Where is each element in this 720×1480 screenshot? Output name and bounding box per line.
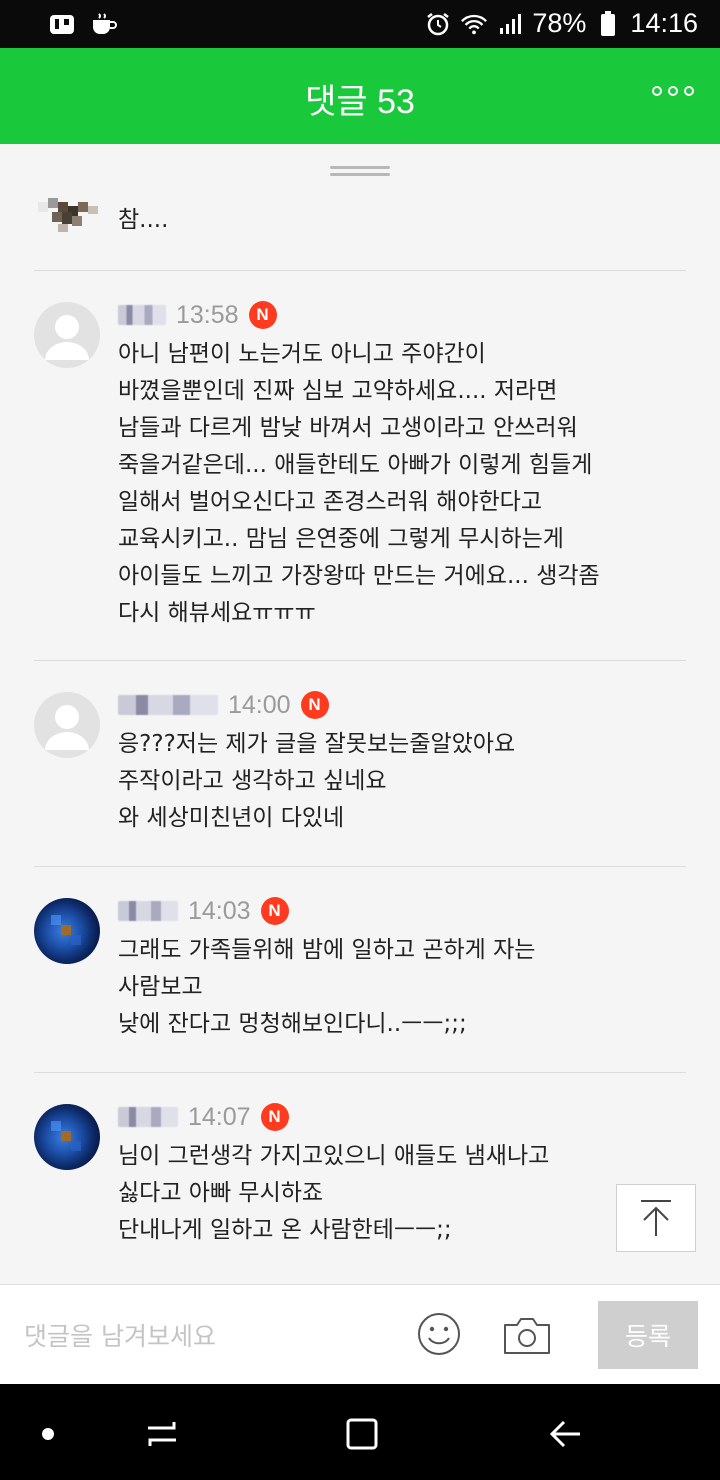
header-bar: 댓글 53 (0, 48, 720, 144)
comment-meta: 13:58 N (118, 300, 277, 330)
comment-time: 13:58 (176, 300, 239, 329)
nickname-blurred[interactable] (118, 695, 218, 715)
smiley-icon[interactable] (416, 1311, 462, 1357)
comment-meta: 14:07 N (118, 1102, 289, 1132)
more-icon[interactable] (652, 86, 694, 96)
nickname-blurred[interactable] (118, 1107, 178, 1127)
comment-text: 아니 남편이 노는거도 아니고 주야간이 바꼈을뿐인데 진짜 심보 고약하세요.… (118, 341, 600, 626)
alarm-icon (424, 10, 452, 38)
scroll-top-button[interactable] (616, 1184, 696, 1252)
pixelated-avatar-icon (38, 198, 100, 234)
app-notification-icon (48, 10, 76, 38)
comment-meta: 14:03 N (118, 896, 289, 926)
status-bar: 78% 14:16 (0, 0, 720, 48)
avatar[interactable] (34, 692, 100, 758)
comment-text: 님이 그런생각 가지고있으니 애들도 냄새나고 싫다고 아빠 무시하죠 단내나게… (118, 1143, 550, 1243)
system-nav-bar (0, 1384, 720, 1480)
new-badge: N (260, 897, 289, 925)
divider (34, 660, 686, 661)
divider (34, 270, 686, 271)
blue-flower-icon (51, 915, 81, 945)
divider (34, 1072, 686, 1073)
comment-text: 참.... (118, 207, 169, 233)
nickname-blurred[interactable] (118, 305, 166, 325)
clock: 14:16 (630, 8, 698, 38)
signal-icon (496, 10, 524, 38)
coffee-icon (90, 10, 118, 38)
nickname-blurred[interactable] (118, 901, 178, 921)
comment-time: 14:03 (188, 896, 251, 925)
recent-apps-icon[interactable] (142, 1414, 182, 1454)
page-title: 댓글 53 (305, 83, 415, 121)
comment-list[interactable]: 참.... 13:58 N 아니 남편이 노는거도 아니고 주야간이 바꼈을뿐인… (0, 144, 720, 1284)
new-badge: N (260, 1103, 289, 1131)
avatar[interactable] (34, 1104, 100, 1170)
battery-percent: 78% (532, 8, 587, 38)
comment-input[interactable] (22, 1313, 396, 1359)
default-user-icon (45, 315, 89, 360)
new-badge: N (248, 301, 277, 329)
battery-icon (594, 10, 622, 38)
comment-meta: 14:00 N (118, 690, 329, 720)
avatar[interactable] (34, 898, 100, 964)
arrow-up-icon (641, 1200, 671, 1236)
home-dot-icon[interactable] (34, 1414, 74, 1454)
avatar[interactable] (34, 302, 100, 368)
drag-handle-icon[interactable] (330, 166, 390, 176)
blue-flower-icon (51, 1121, 81, 1151)
comment-input-bar: 등록 (0, 1284, 720, 1384)
status-right: 78% 14:16 (424, 8, 698, 39)
status-left-icons (48, 10, 118, 38)
overview-icon[interactable] (342, 1414, 382, 1454)
comment-time: 14:07 (188, 1102, 251, 1131)
divider (34, 866, 686, 867)
comment-text: 응???저는 제가 글을 잘못보는줄알았아요 주작이라고 생각하고 싶네요 와 … (118, 731, 516, 831)
camera-icon[interactable] (502, 1313, 552, 1357)
default-user-icon (45, 705, 89, 750)
comment-time: 14:00 (228, 690, 291, 719)
submit-button[interactable]: 등록 (598, 1301, 698, 1369)
wifi-icon (460, 10, 488, 38)
new-badge: N (300, 691, 329, 719)
comment-text: 그래도 가족들위해 밤에 일하고 곤하게 자는 사람보고 낮에 잔다고 멍청해보… (118, 937, 536, 1037)
back-icon[interactable] (546, 1414, 586, 1454)
